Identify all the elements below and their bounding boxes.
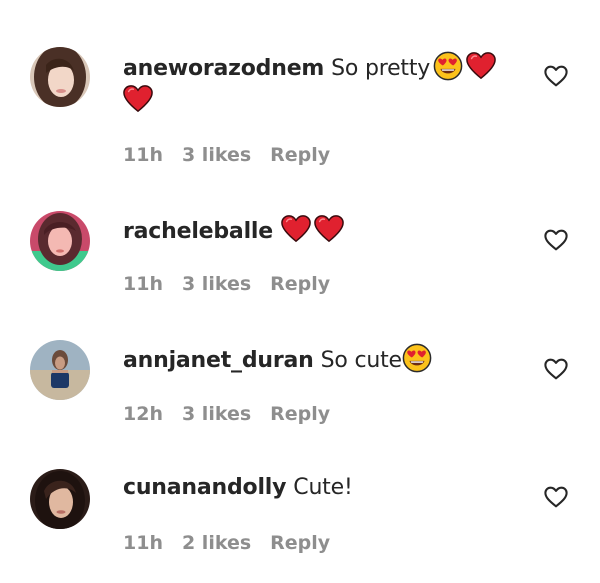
red-heart-emoji-icon (466, 51, 496, 81)
reply-button[interactable]: Reply (270, 273, 330, 295)
comment-likes[interactable]: 3 likes (182, 273, 251, 295)
comment-body: aneworazodnem So pretty (123, 51, 496, 84)
comment-text: So pretty (331, 56, 431, 81)
heart-eyes-emoji-icon (402, 343, 432, 373)
heart-outline-icon[interactable] (543, 356, 569, 382)
comment-likes[interactable]: 3 likes (182, 144, 251, 166)
comment-body: cunanandolly Cute! (123, 473, 353, 503)
avatar[interactable] (30, 211, 90, 271)
comment-likes[interactable]: 2 likes (182, 532, 251, 554)
comment-body: racheleballe (123, 214, 344, 247)
comment-meta: 11h 3 likes Reply (123, 143, 349, 167)
comment-body: annjanet_duran So cute (123, 343, 432, 376)
red-heart-emoji-icon (281, 214, 311, 244)
comment-text: So cute (320, 348, 402, 373)
heart-outline-icon[interactable] (543, 63, 569, 89)
avatar[interactable] (30, 47, 90, 107)
comment-username[interactable]: aneworazodnem (123, 56, 324, 81)
comment-username[interactable]: annjanet_duran (123, 348, 314, 373)
heart-outline-icon[interactable] (543, 227, 569, 253)
reply-button[interactable]: Reply (270, 144, 330, 166)
reply-button[interactable]: Reply (270, 532, 330, 554)
heart-eyes-emoji-icon (433, 51, 463, 81)
comment-meta: 12h 3 likes Reply (123, 402, 349, 426)
comment-time[interactable]: 12h (123, 403, 163, 425)
red-heart-emoji-icon (314, 214, 344, 244)
avatar[interactable] (30, 469, 90, 529)
comment-time[interactable]: 11h (123, 144, 163, 166)
reply-button[interactable]: Reply (270, 403, 330, 425)
comment-time[interactable]: 11h (123, 273, 163, 295)
comment-time[interactable]: 11h (123, 532, 163, 554)
comment-username[interactable]: cunanandolly (123, 475, 286, 500)
comment-username[interactable]: racheleballe (123, 219, 273, 244)
comment-meta: 11h 3 likes Reply (123, 272, 349, 296)
comment-likes[interactable]: 3 likes (182, 403, 251, 425)
comment-meta: 11h 2 likes Reply (123, 531, 349, 555)
avatar[interactable] (30, 340, 90, 400)
comment-text: Cute! (293, 475, 353, 500)
red-heart-emoji-icon (123, 84, 153, 114)
comment-body-line-2 (123, 84, 153, 117)
heart-outline-icon[interactable] (543, 484, 569, 510)
